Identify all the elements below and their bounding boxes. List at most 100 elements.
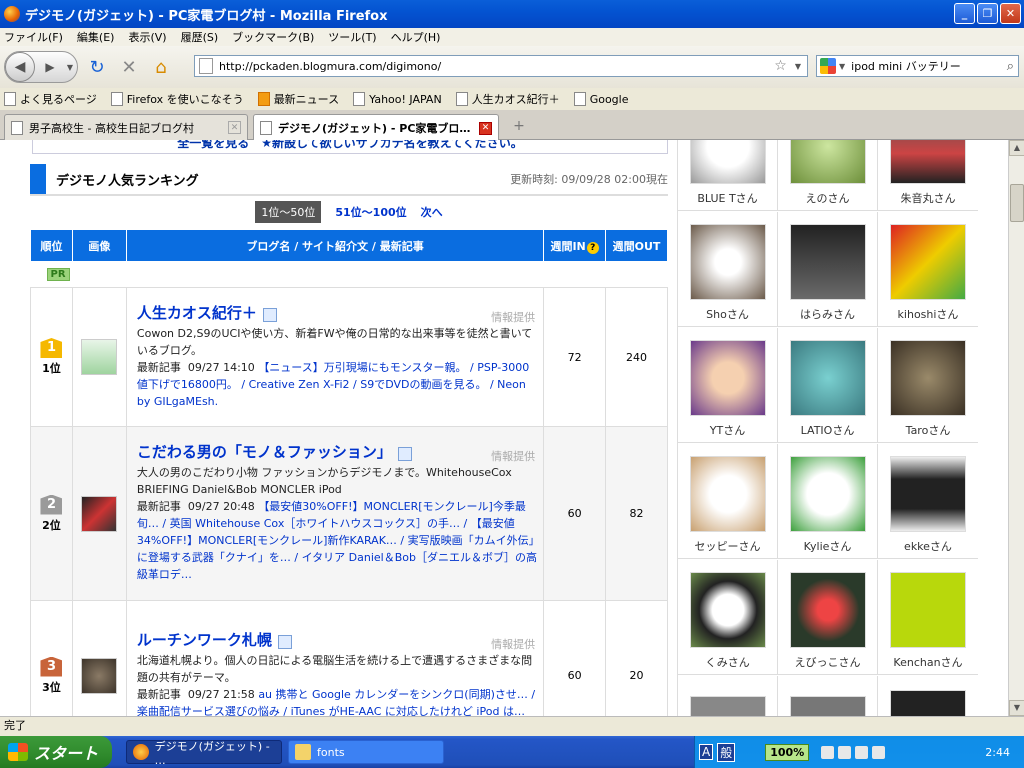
pager-next-range[interactable]: 51位〜100位 bbox=[335, 204, 406, 220]
help-icon[interactable]: ? bbox=[586, 241, 599, 254]
address-bar[interactable]: http://pckaden.blogmura.com/digimono/ ☆ … bbox=[194, 55, 808, 77]
member-name[interactable]: YTさん bbox=[678, 422, 777, 438]
scroll-up-arrow-icon[interactable]: ▲ bbox=[1009, 140, 1024, 156]
member-avatar[interactable] bbox=[890, 140, 966, 184]
member-avatar[interactable] bbox=[689, 340, 766, 416]
blog-title-link[interactable]: こだわる男の「モノ＆ファッション」 bbox=[137, 444, 392, 461]
member-cell[interactable]: セッピーさん bbox=[678, 444, 778, 559]
ime-kanji[interactable]: 般 bbox=[717, 742, 736, 762]
member-name[interactable]: kihoshiさん bbox=[878, 306, 978, 322]
member-avatar[interactable] bbox=[890, 340, 966, 416]
stop-button[interactable]: ✕ bbox=[116, 57, 142, 78]
home-button[interactable]: ⌂ bbox=[148, 57, 174, 78]
member-avatar[interactable] bbox=[689, 572, 766, 648]
google-search-engine-icon[interactable] bbox=[820, 58, 836, 74]
member-cell[interactable]: 朱音丸さん bbox=[878, 140, 978, 211]
member-avatar[interactable] bbox=[689, 140, 766, 184]
member-avatar[interactable] bbox=[789, 456, 866, 532]
vertical-scrollbar[interactable]: ▲ ▼ bbox=[1008, 140, 1024, 716]
member-cell[interactable] bbox=[778, 676, 878, 716]
member-avatar[interactable] bbox=[789, 140, 866, 184]
member-avatar[interactable] bbox=[890, 572, 966, 648]
battery-indicator[interactable]: 100% bbox=[765, 743, 810, 761]
member-avatar[interactable] bbox=[890, 224, 966, 300]
member-cell[interactable] bbox=[678, 676, 778, 716]
bookmark-most-visited[interactable]: よく見るページ bbox=[4, 91, 97, 107]
tab-digimono[interactable]: デジモノ(ガジェット) - PC家電ブロ… ✕ bbox=[253, 114, 499, 141]
blog-thumbnail[interactable] bbox=[81, 339, 118, 375]
blog-title-link[interactable]: 人生カオス紀行＋ bbox=[137, 304, 257, 322]
tab-highschool[interactable]: 男子高校生 - 高校生日記ブログ村 ✕ bbox=[4, 114, 248, 140]
ime-indicator[interactable]: A 般 bbox=[699, 742, 736, 762]
member-cell[interactable]: Shoさん bbox=[678, 212, 778, 327]
reload-button[interactable]: ↻ bbox=[84, 57, 110, 78]
member-cell[interactable]: えのさん bbox=[778, 140, 878, 211]
member-cell[interactable]: BLUE Tさん bbox=[678, 140, 778, 211]
member-name[interactable]: LATIOさん bbox=[778, 422, 877, 438]
member-name[interactable]: Kenchanさん bbox=[878, 654, 978, 670]
member-avatar[interactable] bbox=[789, 224, 866, 300]
search-icon[interactable]: ⌕ bbox=[1007, 59, 1014, 74]
top-links[interactable]: 全一覧を見る ★新設して欲しいサブカテ名を教えてください。 bbox=[32, 140, 668, 154]
member-name[interactable]: はらみさん bbox=[778, 306, 877, 322]
bookmark-latest-news[interactable]: 最新ニュース bbox=[257, 91, 339, 107]
back-button[interactable]: ◀ bbox=[5, 52, 35, 82]
network-icon[interactable] bbox=[821, 745, 835, 759]
scroll-down-arrow-icon[interactable]: ▼ bbox=[1009, 700, 1024, 716]
member-avatar[interactable] bbox=[689, 696, 766, 716]
profile-icon[interactable] bbox=[277, 634, 292, 649]
profile-icon[interactable] bbox=[262, 307, 277, 322]
menu-bookmarks[interactable]: ブックマーク(B) bbox=[232, 29, 314, 45]
info-provider-link[interactable]: 情報提供 bbox=[491, 309, 535, 326]
bookmark-jinsei-chaos[interactable]: 人生カオス紀行＋ bbox=[455, 91, 560, 107]
start-button[interactable]: スタート bbox=[0, 736, 112, 768]
bookmark-firefox-guide[interactable]: Firefox を使いこなそう bbox=[110, 91, 244, 107]
member-cell[interactable]: Taroさん bbox=[878, 328, 978, 443]
url-text[interactable]: http://pckaden.blogmura.com/digimono/ bbox=[219, 60, 774, 73]
member-avatar[interactable] bbox=[789, 340, 866, 416]
member-cell[interactable]: はらみさん bbox=[778, 212, 878, 327]
menu-file[interactable]: ファイル(F) bbox=[4, 29, 63, 45]
taskbar-firefox-window[interactable]: デジモノ(ガジェット) - … bbox=[126, 740, 282, 767]
app-tray-icon[interactable] bbox=[872, 745, 886, 759]
member-cell[interactable]: YTさん bbox=[678, 328, 778, 443]
new-tab-button[interactable]: + bbox=[509, 116, 529, 136]
member-name[interactable]: Shoさん bbox=[678, 306, 777, 322]
minimize-button[interactable]: _ bbox=[954, 3, 975, 24]
member-avatar[interactable] bbox=[890, 690, 966, 716]
member-avatar[interactable] bbox=[789, 572, 866, 648]
search-bar[interactable]: ▼ ipod mini バッテリー ⌕ bbox=[816, 55, 1019, 77]
member-avatar[interactable] bbox=[890, 456, 966, 532]
member-avatar[interactable] bbox=[689, 224, 766, 300]
url-dropdown-icon[interactable]: ▼ bbox=[795, 62, 801, 71]
member-name[interactable]: Taroさん bbox=[878, 422, 978, 438]
blog-thumbnail[interactable] bbox=[81, 495, 118, 532]
menu-view[interactable]: 表示(V) bbox=[128, 29, 166, 45]
menu-tools[interactable]: ツール(T) bbox=[328, 29, 376, 45]
member-cell[interactable]: LATIOさん bbox=[778, 328, 878, 443]
member-name[interactable]: Kylieさん bbox=[778, 538, 877, 554]
member-name[interactable]: えびっこさん bbox=[778, 654, 877, 670]
member-name[interactable]: BLUE Tさん bbox=[678, 190, 777, 206]
scroll-thumb[interactable] bbox=[1010, 184, 1024, 222]
member-avatar[interactable] bbox=[689, 456, 766, 532]
member-name[interactable]: セッピーさん bbox=[678, 538, 777, 554]
ime-mode[interactable]: A bbox=[699, 744, 714, 760]
member-cell[interactable]: Kenchanさん bbox=[878, 560, 978, 675]
clock[interactable]: 2:44 bbox=[985, 746, 1010, 759]
bookmark-google[interactable]: Google bbox=[573, 92, 628, 106]
volume-icon[interactable] bbox=[838, 745, 852, 759]
member-name[interactable]: くみさん bbox=[678, 654, 777, 670]
bookmark-yahoo[interactable]: Yahoo! JAPAN bbox=[353, 92, 442, 106]
close-button[interactable]: ✕ bbox=[1000, 3, 1021, 24]
menu-edit[interactable]: 編集(E) bbox=[77, 29, 115, 45]
blog-title-link[interactable]: ルーチンワーク札幌 bbox=[137, 631, 272, 649]
pager-next[interactable]: 次へ bbox=[421, 204, 443, 220]
tab-close-icon[interactable]: ✕ bbox=[228, 121, 241, 134]
taskbar-fonts-window[interactable]: fonts bbox=[288, 740, 444, 764]
member-name[interactable]: えのさん bbox=[778, 190, 877, 206]
info-provider-link[interactable]: 情報提供 bbox=[491, 448, 535, 465]
member-name[interactable]: 朱音丸さん bbox=[878, 190, 978, 206]
member-cell[interactable]: えびっこさん bbox=[778, 560, 878, 675]
tab-close-icon[interactable]: ✕ bbox=[479, 121, 492, 135]
